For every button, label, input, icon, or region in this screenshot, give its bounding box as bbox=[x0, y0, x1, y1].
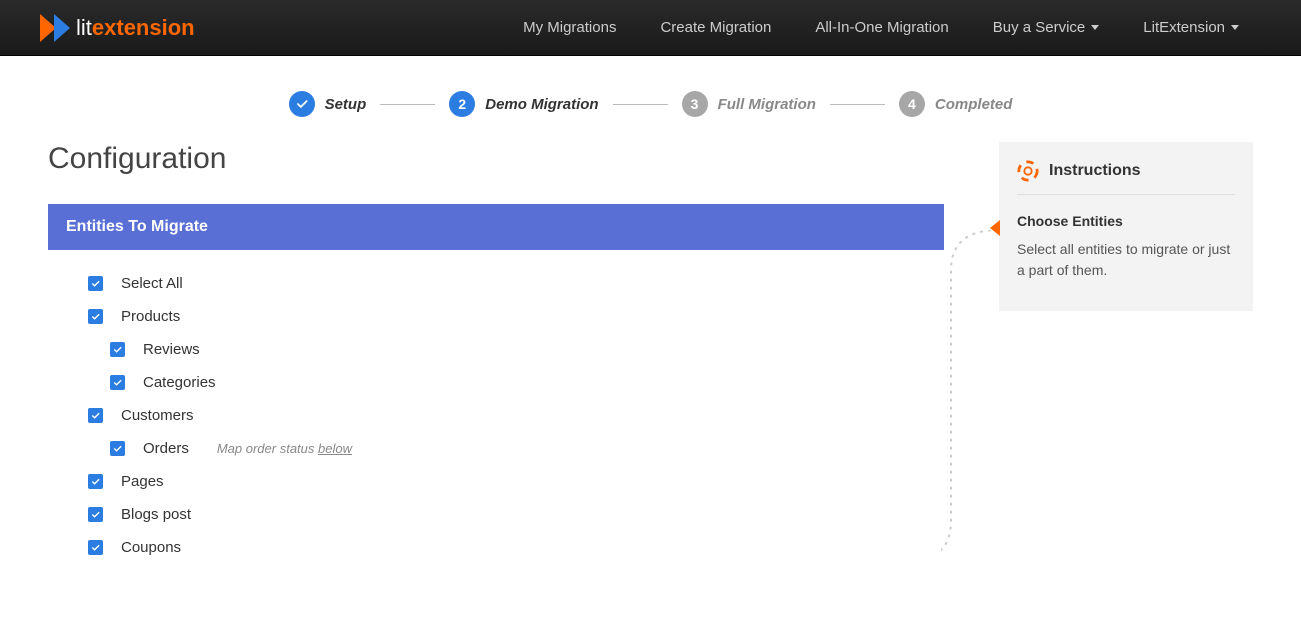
nav-create-migration[interactable]: Create Migration bbox=[638, 1, 793, 54]
nav-litextension[interactable]: LitExtension bbox=[1121, 1, 1261, 54]
entity-label: Select All bbox=[121, 275, 183, 292]
step-demo-migration[interactable]: 2 Demo Migration bbox=[449, 91, 598, 117]
instructions-title: Instructions bbox=[1049, 162, 1141, 180]
brand-logo[interactable]: litextension bbox=[40, 14, 195, 42]
sidebar: Instructions Choose Entities Select all … bbox=[999, 142, 1253, 572]
entities-list: Select All Products Reviews Categories C… bbox=[48, 275, 944, 556]
step-full-label: Full Migration bbox=[718, 96, 816, 113]
entity-label: Blogs post bbox=[121, 506, 191, 523]
caret-icon bbox=[1091, 25, 1099, 30]
nav-my-migrations[interactable]: My Migrations bbox=[501, 1, 638, 54]
step-number: 3 bbox=[682, 91, 708, 117]
nav-aio-migration[interactable]: All-In-One Migration bbox=[793, 1, 970, 54]
entity-label: Reviews bbox=[143, 341, 200, 358]
entity-orders-note: Map order status below bbox=[217, 441, 352, 456]
entity-coupons[interactable]: Coupons bbox=[88, 539, 944, 556]
step-full-migration[interactable]: 3 Full Migration bbox=[682, 91, 816, 117]
checkbox-select-all[interactable] bbox=[88, 276, 103, 291]
top-navbar: litextension My Migrations Create Migrat… bbox=[0, 0, 1301, 56]
checkbox-orders[interactable] bbox=[110, 441, 125, 456]
entity-customers[interactable]: Customers bbox=[88, 407, 944, 424]
instructions-panel: Instructions Choose Entities Select all … bbox=[999, 142, 1253, 311]
check-icon bbox=[289, 91, 315, 117]
step-connector bbox=[613, 104, 668, 105]
entity-label: Coupons bbox=[121, 539, 181, 556]
entity-label: Categories bbox=[143, 374, 216, 391]
instructions-section-title: Choose Entities bbox=[1017, 213, 1235, 229]
progress-stepper: Setup 2 Demo Migration 3 Full Migration … bbox=[0, 56, 1301, 142]
step-demo-label: Demo Migration bbox=[485, 96, 598, 113]
map-order-status-link[interactable]: below bbox=[318, 441, 352, 456]
checkbox-categories[interactable] bbox=[110, 375, 125, 390]
entity-pages[interactable]: Pages bbox=[88, 473, 944, 490]
arrow-left-icon bbox=[990, 220, 1000, 236]
entity-label: Products bbox=[121, 308, 180, 325]
instructions-text: Select all entities to migrate or just a… bbox=[1017, 239, 1235, 281]
step-completed-label: Completed bbox=[935, 96, 1013, 113]
entity-label: Customers bbox=[121, 407, 194, 424]
entity-products[interactable]: Products bbox=[88, 308, 944, 325]
checkbox-pages[interactable] bbox=[88, 474, 103, 489]
caret-icon bbox=[1231, 25, 1239, 30]
section-entities-header: Entities To Migrate bbox=[48, 204, 944, 250]
entity-blogs[interactable]: Blogs post bbox=[88, 506, 944, 523]
checkbox-products[interactable] bbox=[88, 309, 103, 324]
logo-icon bbox=[40, 14, 70, 42]
nav-buy-service-label: Buy a Service bbox=[993, 19, 1086, 36]
entity-label: Orders bbox=[143, 440, 189, 457]
nav-buy-service[interactable]: Buy a Service bbox=[971, 1, 1122, 54]
step-connector bbox=[830, 104, 885, 105]
dotted-connector bbox=[941, 230, 999, 560]
lifebuoy-icon bbox=[1017, 160, 1039, 182]
checkbox-coupons[interactable] bbox=[88, 540, 103, 555]
instructions-header: Instructions bbox=[1017, 160, 1235, 195]
checkbox-blogs[interactable] bbox=[88, 507, 103, 522]
step-completed[interactable]: 4 Completed bbox=[899, 91, 1013, 117]
entity-reviews[interactable]: Reviews bbox=[88, 341, 944, 358]
entity-orders[interactable]: Orders Map order status below bbox=[88, 440, 944, 457]
step-number: 4 bbox=[899, 91, 925, 117]
step-setup-label: Setup bbox=[325, 96, 367, 113]
main-column: Configuration Entities To Migrate Select… bbox=[48, 142, 944, 572]
page-title: Configuration bbox=[48, 142, 944, 176]
entity-categories[interactable]: Categories bbox=[88, 374, 944, 391]
step-connector bbox=[380, 104, 435, 105]
step-setup[interactable]: Setup bbox=[289, 91, 367, 117]
checkbox-reviews[interactable] bbox=[110, 342, 125, 357]
entity-select-all[interactable]: Select All bbox=[88, 275, 944, 292]
primary-nav: My Migrations Create Migration All-In-On… bbox=[501, 1, 1261, 54]
entity-label: Pages bbox=[121, 473, 164, 490]
checkbox-customers[interactable] bbox=[88, 408, 103, 423]
logo-text: litextension bbox=[76, 15, 195, 41]
nav-litextension-label: LitExtension bbox=[1143, 19, 1225, 36]
step-number: 2 bbox=[449, 91, 475, 117]
main-container: Configuration Entities To Migrate Select… bbox=[0, 142, 1301, 572]
